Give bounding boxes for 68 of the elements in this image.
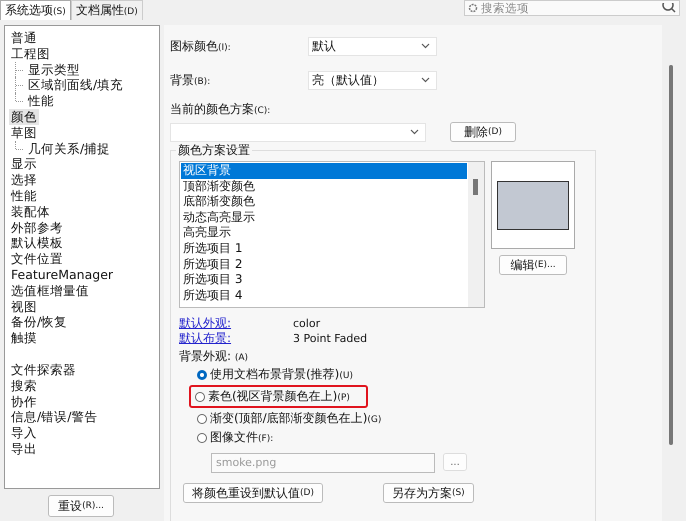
tree-item[interactable]: 选择 bbox=[9, 172, 39, 188]
field-label: 背景(B): bbox=[170, 72, 212, 88]
field-label: 当前的颜色方案(C): bbox=[170, 101, 272, 118]
tree-item[interactable]: 协作 bbox=[9, 394, 39, 410]
radio-button[interactable] bbox=[197, 414, 207, 424]
tree-item[interactable]: 性能 bbox=[9, 188, 39, 204]
list-item[interactable]: 视区背景 bbox=[181, 163, 467, 179]
tree-item[interactable]: 信息/错误/警告 bbox=[9, 409, 100, 426]
edit-button[interactable]: 编辑(E)... bbox=[499, 255, 567, 275]
scrollbar-thumb[interactable] bbox=[473, 179, 478, 195]
list-item[interactable]: 底部渐变颜色 bbox=[181, 194, 467, 210]
tree-item[interactable]: 备份/恢复 bbox=[9, 314, 70, 330]
tree-item[interactable]: 显示 bbox=[9, 156, 39, 172]
tree-item[interactable]: 外部参考 bbox=[9, 220, 65, 236]
tree-item[interactable]: 文件位置 bbox=[9, 251, 65, 267]
dropdown-caret-icon bbox=[410, 129, 419, 135]
action-button[interactable]: 另存为方案(S) bbox=[382, 483, 474, 503]
radio-button[interactable] bbox=[197, 432, 207, 442]
tree-item[interactable]: 导入 bbox=[9, 425, 39, 441]
link[interactable]: 默认布景: bbox=[179, 330, 293, 347]
dropdown-caret-icon bbox=[421, 43, 430, 49]
radio-button[interactable] bbox=[195, 392, 205, 402]
tree-item[interactable]: 草图 bbox=[9, 124, 39, 141]
search-icon bbox=[662, 3, 676, 13]
tree-item[interactable]: 文件探索器 bbox=[9, 362, 78, 378]
tree-item[interactable]: 显示类型 bbox=[26, 62, 82, 78]
field-label: 图标颜色(I): bbox=[170, 38, 232, 54]
tree-item[interactable]: 普通 bbox=[9, 30, 39, 46]
radio-label: 素色(视区背景颜色在上)(P) bbox=[208, 388, 350, 405]
radio-label: 图像文件(F): bbox=[210, 429, 274, 446]
dropdown[interactable]: 默认 bbox=[308, 36, 437, 56]
tree-item[interactable]: 颜色 bbox=[9, 108, 39, 125]
delete-button[interactable]: 删除(D) bbox=[450, 122, 516, 142]
tree-item[interactable]: 触摸 bbox=[9, 330, 39, 346]
group-title: 颜色方案设置 bbox=[176, 142, 252, 159]
tree-item[interactable]: 选值框增量值 bbox=[9, 282, 91, 299]
color-swatch bbox=[497, 180, 569, 230]
link-value: 3 Point Faded bbox=[293, 332, 368, 345]
list-item[interactable]: 所选项目 4 bbox=[181, 288, 467, 304]
radio-label: 渐变(顶部/底部渐变颜色在上)(G) bbox=[210, 410, 382, 427]
reset-button[interactable]: 重设(R)... bbox=[48, 495, 114, 517]
tree-item[interactable]: 搜索 bbox=[9, 378, 39, 394]
radio-label: 使用文档布景背景(推荐)(U) bbox=[210, 366, 353, 383]
list-item[interactable]: 高亮显示 bbox=[181, 225, 467, 241]
tree-item[interactable]: 默认模板 bbox=[9, 235, 65, 252]
tree-item[interactable]: 导出 bbox=[9, 440, 39, 457]
tree-item[interactable]: 工程图 bbox=[9, 46, 52, 62]
link-value: color bbox=[293, 317, 320, 330]
tab[interactable]: 系统选项(S) bbox=[0, 0, 71, 20]
tree-item[interactable]: 装配体 bbox=[9, 204, 52, 220]
action-button[interactable]: 将颜色重设到默认值(D) bbox=[183, 483, 323, 503]
gear-icon bbox=[468, 3, 478, 13]
tab[interactable]: 文档属性(D) bbox=[70, 0, 143, 20]
tree-item[interactable]: 视图 bbox=[9, 298, 39, 314]
radio-button[interactable] bbox=[197, 370, 207, 380]
list-item[interactable]: 顶部渐变颜色 bbox=[181, 178, 467, 194]
tree-item[interactable]: 几何关系/捕捉 bbox=[26, 140, 112, 156]
tree-item[interactable]: 区域剖面线/填充 bbox=[26, 77, 126, 94]
section-label: 背景外观: (A) bbox=[179, 348, 250, 365]
list-item[interactable]: 动态高亮显示 bbox=[181, 210, 467, 226]
tree-item[interactable]: 性能 bbox=[26, 93, 56, 109]
dropdown[interactable]: 亮（默认值） bbox=[308, 70, 437, 90]
list-item[interactable]: 所选项目 3 bbox=[181, 272, 467, 288]
link[interactable]: 默认外观: bbox=[179, 315, 293, 332]
tree-item[interactable]: FeatureManager bbox=[9, 266, 116, 283]
list-item[interactable]: 所选项目 2 bbox=[181, 256, 467, 272]
list-item[interactable]: 所选项目 1 bbox=[181, 240, 467, 257]
dropdown-caret-icon bbox=[421, 77, 430, 83]
